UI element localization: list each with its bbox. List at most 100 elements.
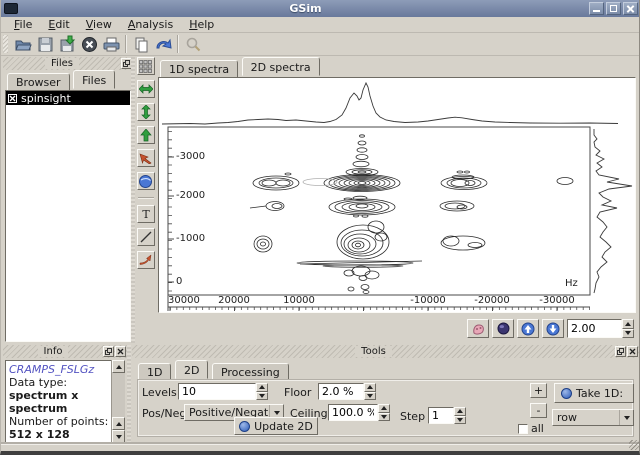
step-up[interactable] bbox=[454, 407, 466, 416]
info-content: CRAMPS_FSLGz Data type: spectrum x spect… bbox=[5, 360, 125, 443]
close-button[interactable] bbox=[623, 2, 638, 15]
plot-frame: -3000 -2000 -1000 0 30000 20000 10000 -1… bbox=[158, 77, 636, 313]
save-icon bbox=[38, 37, 52, 51]
fit-height-icon bbox=[140, 105, 151, 119]
menu-analysis[interactable]: Analysis bbox=[121, 17, 180, 32]
levels-down[interactable] bbox=[256, 391, 268, 400]
contour-settings-button[interactable] bbox=[467, 319, 489, 338]
close-file-button[interactable] bbox=[78, 34, 100, 55]
blue-down-arrow-icon bbox=[546, 322, 560, 335]
intensity-up-button[interactable] bbox=[517, 319, 539, 338]
fit-width-button[interactable] bbox=[136, 80, 155, 98]
tools-2d-panel: Levels: Floor Pos/Neg Positive/Negative … bbox=[137, 379, 634, 437]
resize-grip[interactable] bbox=[629, 440, 639, 450]
info-scrollbar[interactable] bbox=[111, 360, 125, 443]
right-projection bbox=[593, 129, 633, 294]
scroll-up-button-2[interactable] bbox=[112, 417, 125, 430]
minimize-button[interactable] bbox=[589, 2, 604, 15]
floor-input[interactable] bbox=[318, 383, 364, 400]
ceiling-input[interactable] bbox=[328, 404, 378, 421]
bottom-splitter[interactable] bbox=[127, 345, 131, 445]
ceiling-spinbox bbox=[328, 404, 390, 421]
scroll-up-button[interactable] bbox=[112, 360, 125, 373]
scale-down-spin[interactable] bbox=[622, 328, 634, 338]
floor-down[interactable] bbox=[364, 391, 376, 400]
tab-1d-spectra[interactable]: 1D spectra bbox=[160, 60, 239, 78]
files-list[interactable]: spinsight bbox=[5, 90, 131, 342]
toolbar-drag-handle[interactable] bbox=[3, 35, 8, 53]
tools-dock-title[interactable]: Tools bbox=[132, 345, 639, 358]
scale-up-button[interactable] bbox=[136, 126, 155, 144]
files-dock-title[interactable]: Files bbox=[3, 57, 133, 70]
dropdown-arrow-icon bbox=[619, 410, 633, 425]
maximize-button[interactable] bbox=[606, 2, 621, 15]
scroll-down-button[interactable] bbox=[112, 430, 125, 443]
globe-button[interactable] bbox=[136, 172, 155, 190]
save-as-button[interactable] bbox=[56, 34, 78, 55]
zoom-out-button[interactable]: - bbox=[530, 403, 547, 418]
scale-factor-input[interactable] bbox=[567, 319, 622, 338]
plot-box bbox=[167, 126, 591, 296]
step-input[interactable] bbox=[428, 407, 454, 424]
info-row: Number of points: 512 x 128 bbox=[9, 415, 109, 441]
sphere-icon bbox=[497, 322, 509, 335]
copy-button[interactable] bbox=[130, 34, 152, 55]
info-close-button[interactable] bbox=[115, 346, 126, 357]
globe-icon bbox=[139, 174, 152, 188]
x-tick-label: -10000 bbox=[410, 295, 446, 306]
spectrum-2d-plot[interactable]: -3000 -2000 -1000 0 30000 20000 10000 -1… bbox=[160, 79, 634, 311]
all-checkbox[interactable] bbox=[518, 423, 528, 434]
all-label: all bbox=[531, 422, 544, 435]
green-up-arrow-icon bbox=[139, 128, 152, 141]
intensity-down-button[interactable] bbox=[542, 319, 564, 338]
tab-files[interactable]: Files bbox=[73, 70, 116, 89]
undo-button[interactable] bbox=[152, 34, 174, 55]
search-button[interactable] bbox=[182, 34, 204, 55]
pick-button[interactable] bbox=[136, 149, 155, 167]
print-button[interactable] bbox=[100, 34, 122, 55]
tab-2d[interactable]: 2D bbox=[174, 360, 209, 379]
menu-file[interactable]: File bbox=[7, 17, 39, 32]
info-dock-label: Info bbox=[37, 346, 69, 357]
tools-float-button[interactable] bbox=[614, 346, 626, 357]
tools-close-button[interactable] bbox=[626, 346, 638, 357]
levels-up[interactable] bbox=[256, 383, 268, 392]
menu-help[interactable]: Help bbox=[182, 17, 221, 32]
grid-button[interactable] bbox=[136, 57, 155, 75]
float-icon bbox=[122, 60, 130, 67]
pink-contour-icon bbox=[472, 323, 484, 335]
window-title: GSim bbox=[289, 2, 322, 15]
contour-levels-button[interactable] bbox=[492, 319, 514, 338]
all-checkbox-group[interactable]: all bbox=[518, 422, 544, 435]
floor-up[interactable] bbox=[364, 383, 376, 392]
line-tool-button[interactable] bbox=[136, 228, 155, 246]
ceiling-down[interactable] bbox=[378, 412, 390, 421]
update-2d-button[interactable]: Update 2D bbox=[234, 417, 318, 435]
list-item-spinsight[interactable]: spinsight bbox=[6, 91, 130, 105]
save-button[interactable] bbox=[34, 34, 56, 55]
text-tool-button[interactable]: T bbox=[136, 205, 155, 223]
zoom-in-button[interactable]: + bbox=[530, 383, 547, 398]
title-bar[interactable]: GSim bbox=[1, 0, 639, 17]
scroll-track[interactable] bbox=[112, 373, 125, 417]
tab-2d-spectra[interactable]: 2D spectra bbox=[241, 57, 320, 76]
file-item-label: spinsight bbox=[21, 91, 71, 105]
menu-edit[interactable]: Edit bbox=[41, 17, 76, 32]
update-icon bbox=[239, 420, 251, 432]
tab-browser[interactable]: Browser bbox=[7, 73, 70, 91]
arrow-tool-button[interactable] bbox=[136, 251, 155, 269]
levels-input[interactable] bbox=[178, 383, 256, 400]
open-button[interactable] bbox=[12, 34, 34, 55]
ceiling-up[interactable] bbox=[378, 404, 390, 413]
fit-height-button[interactable] bbox=[136, 103, 155, 121]
info-float-button[interactable] bbox=[103, 346, 114, 357]
take-1d-button[interactable]: Take 1D: bbox=[554, 383, 634, 403]
scale-up-spin[interactable] bbox=[622, 319, 634, 329]
slice-mode-combobox[interactable]: row bbox=[552, 409, 634, 426]
info-dock-title[interactable]: Info bbox=[3, 345, 127, 358]
files-dock: Files Browser Files spinsight bbox=[3, 57, 133, 343]
step-down[interactable] bbox=[454, 415, 466, 424]
main-toolbar bbox=[1, 33, 639, 56]
spectra-tab-bar: 1D spectra 2D spectra bbox=[156, 57, 638, 78]
menu-view[interactable]: View bbox=[79, 17, 119, 32]
